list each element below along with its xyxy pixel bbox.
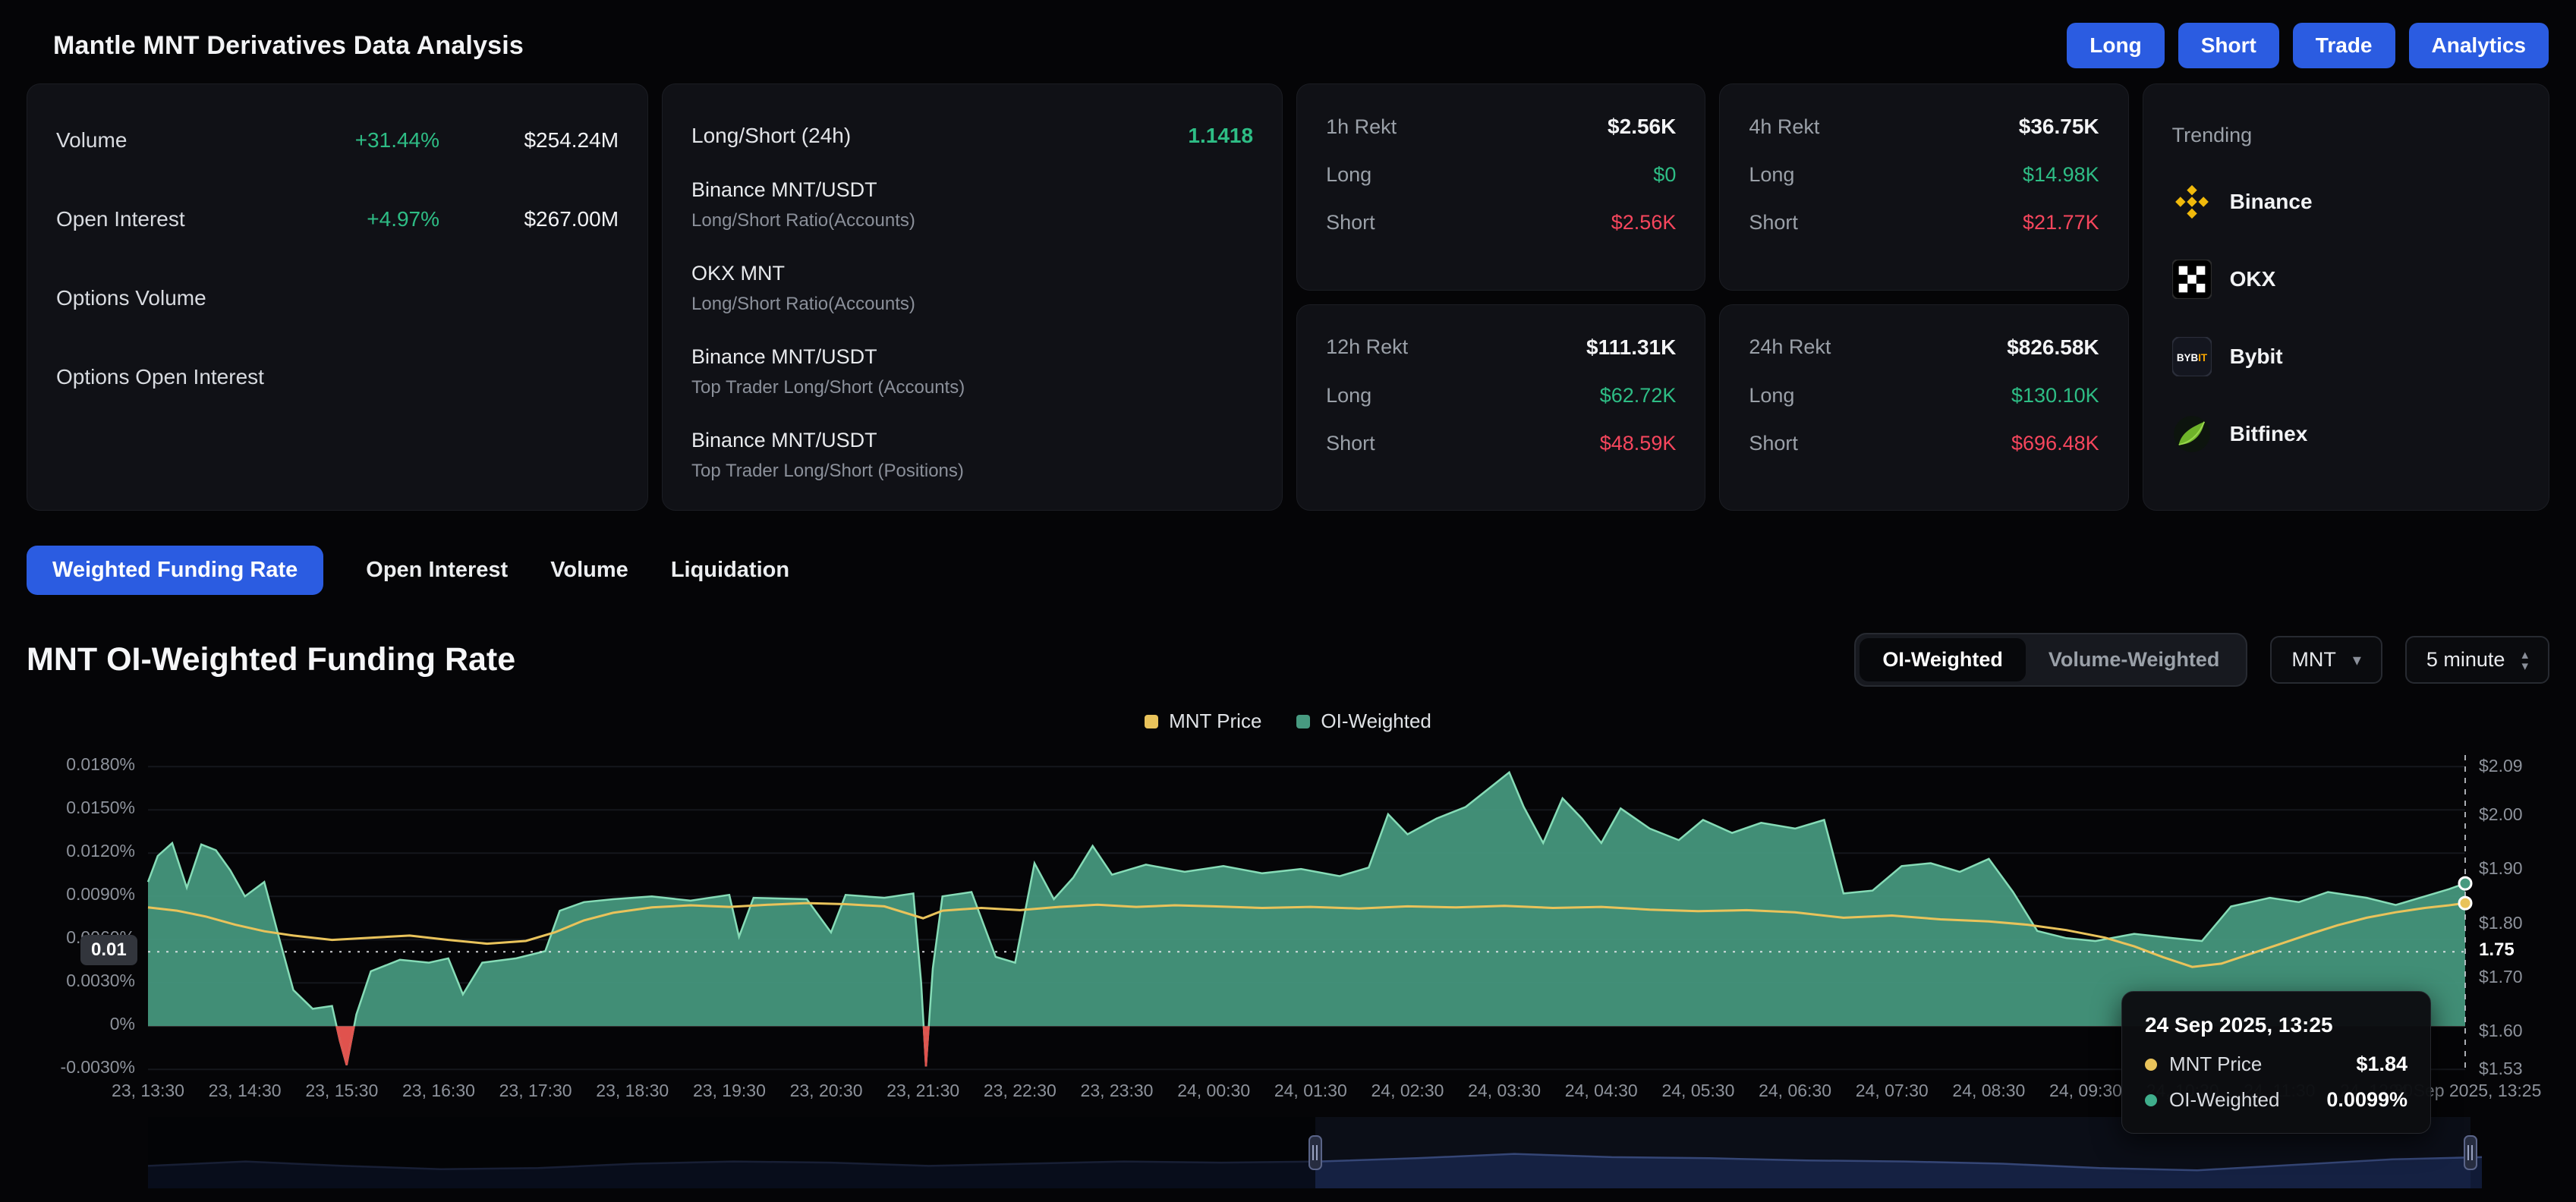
right-axis-tick: $1.60 (2479, 1021, 2523, 1041)
trade-button[interactable]: Trade (2293, 23, 2395, 68)
tooltip-timestamp: 24 Sep 2025, 13:25 (2145, 1013, 2408, 1037)
section-title: MNT OI-Weighted Funding Rate (27, 641, 515, 678)
list-item-okx-ls-accounts[interactable]: OKX MNT Long/Short Ratio(Accounts) (691, 262, 1253, 315)
header-actions: Long Short Trade Analytics (2067, 23, 2549, 68)
volume-weighted-toggle[interactable]: Volume-Weighted (2026, 638, 2243, 681)
left-axis-tick: 0.0090% (0, 884, 135, 905)
rekt-card-4h[interactable]: 4h Rekt$36.75K Long$14.98K Short$21.77K (1719, 83, 2128, 291)
liquidation-rekt-grid: 1h Rekt$2.56K Long$0 Short$2.56K 4h Rekt… (1296, 83, 2129, 511)
right-axis-tick: $1.80 (2479, 913, 2523, 933)
long-button[interactable]: Long (2067, 23, 2164, 68)
chart-legend: MNT Price OI-Weighted (0, 710, 2576, 733)
symbol-select[interactable]: MNT ▾ (2270, 636, 2382, 684)
trending-item-okx[interactable]: OKX (2172, 260, 2520, 299)
mnt-price-dot-icon (2145, 1059, 2157, 1071)
oi-weighted-toggle[interactable]: OI-Weighted (1860, 638, 2026, 681)
right-axis-tick: $2.00 (2479, 804, 2523, 825)
trending-title: Trending (2172, 124, 2520, 147)
left-axis-tick: 0.0150% (0, 798, 135, 818)
navigator-left-handle[interactable] (1308, 1135, 1322, 1170)
oi-weighted-dot-icon (2145, 1094, 2157, 1106)
long-short-ratio-value: 1.1418 (1188, 124, 1253, 148)
chart-tooltip: 24 Sep 2025, 13:25 MNT Price $1.84 OI-We… (2121, 991, 2431, 1134)
metric-change: +31.44% (355, 128, 439, 153)
tab-weighted-funding-rate[interactable]: Weighted Funding Rate (27, 546, 323, 595)
funding-rate-chart[interactable] (148, 755, 2465, 1074)
navigator-right-handle[interactable] (2464, 1135, 2477, 1170)
oi-weighted-swatch (1296, 715, 1310, 728)
right-axis-tick: $1.70 (2479, 967, 2523, 987)
metric-change: +4.97% (367, 207, 439, 231)
right-axis-tick: $2.09 (2479, 756, 2523, 776)
left-axis-tick: -0.0030% (0, 1057, 135, 1078)
rekt-card-12h[interactable]: 12h Rekt$111.31K Long$62.72K Short$48.59… (1296, 304, 1705, 511)
long-short-card: Long/Short (24h) 1.1418 Binance MNT/USDT… (662, 83, 1283, 511)
derivatives-dashboard: Mantle MNT Derivatives Data Analysis Lon… (0, 0, 2576, 1202)
tab-volume[interactable]: Volume (550, 558, 628, 583)
okx-icon (2172, 260, 2212, 299)
interval-select[interactable]: 5 minute ▴▾ (2405, 636, 2549, 684)
tab-open-interest[interactable]: Open Interest (366, 558, 508, 583)
short-button[interactable]: Short (2178, 23, 2279, 68)
overview-cards: Volume +31.44% $254.24M Open Interest +4… (0, 83, 2576, 511)
list-item-binance-ls-accounts[interactable]: Binance MNT/USDT Long/Short Ratio(Accoun… (691, 178, 1253, 231)
legend-oi-weighted[interactable]: OI-Weighted (1296, 710, 1431, 733)
rekt-card-24h[interactable]: 24h Rekt$826.58K Long$130.10K Short$696.… (1719, 304, 2128, 511)
market-metrics-card: Volume +31.44% $254.24M Open Interest +4… (27, 83, 648, 511)
tooltip-row-oi-weighted: OI-Weighted 0.0099% (2145, 1088, 2408, 1112)
metric-row-volume[interactable]: Volume +31.44% $254.24M (56, 124, 619, 157)
section-header: MNT OI-Weighted Funding Rate OI-Weighted… (0, 595, 2576, 687)
tooltip-row-price: MNT Price $1.84 (2145, 1053, 2408, 1076)
metric-row-options-open-interest[interactable]: Options Open Interest (56, 360, 619, 394)
mnt-price-swatch (1145, 715, 1158, 728)
left-axis-tick: 0% (0, 1014, 135, 1034)
left-axis-tick: 0.0120% (0, 841, 135, 861)
chevron-down-icon: ▾ (2353, 650, 2361, 670)
trending-card: Trending Binance OKX BYB (2143, 83, 2549, 511)
right-axis-tick: $1.90 (2479, 858, 2523, 879)
up-down-arrows-icon: ▴▾ (2521, 649, 2528, 672)
long-short-24h-row[interactable]: Long/Short (24h) 1.1418 (691, 124, 1253, 148)
navigator-unselected-region (148, 1117, 1315, 1188)
binance-icon (2172, 182, 2212, 222)
metric-row-options-volume[interactable]: Options Volume (56, 282, 619, 315)
right-axis-tick: $1.53 (2479, 1059, 2523, 1079)
tab-liquidation[interactable]: Liquidation (671, 558, 789, 583)
weight-toggle: OI-Weighted Volume-Weighted (1854, 633, 2247, 687)
chart-tabs: Weighted Funding Rate Open Interest Volu… (0, 511, 2576, 595)
metric-row-open-interest[interactable]: Open Interest +4.97% $267.00M (56, 203, 619, 236)
trending-item-bitfinex[interactable]: Bitfinex (2172, 414, 2520, 454)
trending-item-bybit[interactable]: BYBIT Bybit (2172, 337, 2520, 376)
left-axis-tick: 0.0180% (0, 754, 135, 775)
list-item-binance-top-trader-accounts[interactable]: Binance MNT/USDT Top Trader Long/Short (… (691, 345, 1253, 398)
metric-value: $254.24M (467, 128, 619, 153)
chart-area: 0.01 24 Sep 2025, 13:25 MNT Price $1.84 … (0, 744, 2576, 1202)
reference-value-badge: 0.01 (80, 935, 137, 965)
page-title: Mantle MNT Derivatives Data Analysis (53, 31, 524, 61)
current-price-tick: 1.75 (2479, 939, 2515, 961)
list-item-binance-top-trader-positions[interactable]: Binance MNT/USDT Top Trader Long/Short (… (691, 429, 1253, 482)
bitfinex-icon (2172, 414, 2212, 454)
left-axis-tick: 0.0030% (0, 971, 135, 991)
metric-value: $267.00M (467, 207, 619, 231)
rekt-card-1h[interactable]: 1h Rekt$2.56K Long$0 Short$2.56K (1296, 83, 1705, 291)
analytics-button[interactable]: Analytics (2409, 23, 2549, 68)
trending-item-binance[interactable]: Binance (2172, 182, 2520, 222)
svg-text:BYBIT: BYBIT (2176, 352, 2207, 363)
bybit-icon: BYBIT (2172, 337, 2212, 376)
legend-mnt-price[interactable]: MNT Price (1145, 710, 1261, 733)
chart-controls: OI-Weighted Volume-Weighted MNT ▾ 5 minu… (1854, 633, 2549, 687)
header: Mantle MNT Derivatives Data Analysis Lon… (0, 0, 2576, 83)
